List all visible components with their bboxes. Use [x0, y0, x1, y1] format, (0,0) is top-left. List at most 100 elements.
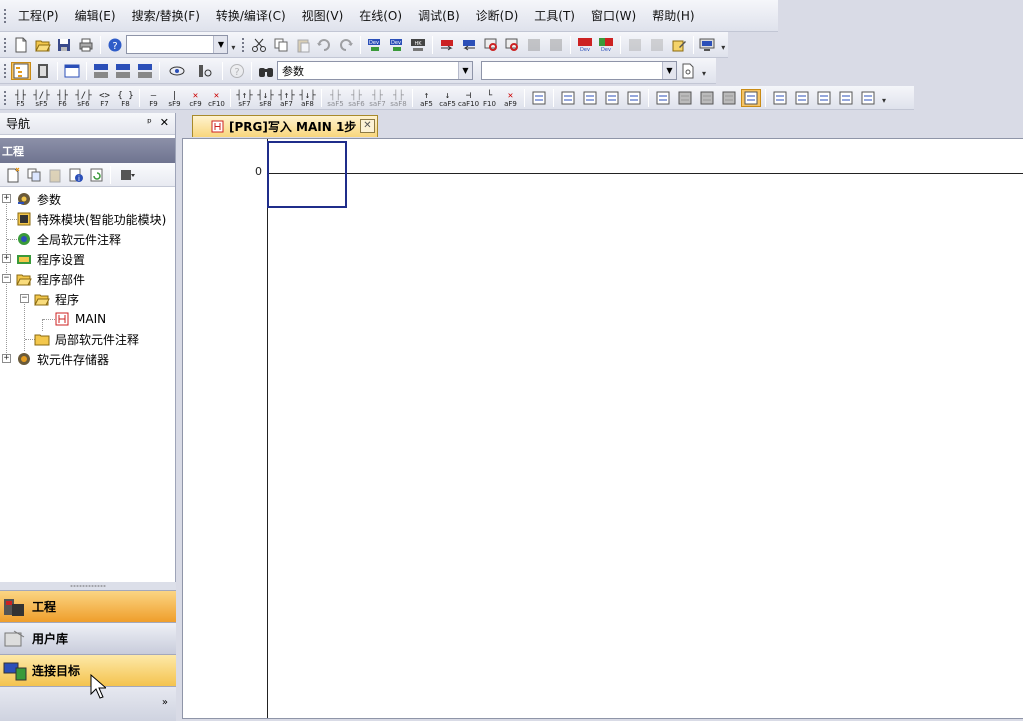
toolbar-grip[interactable] — [3, 62, 7, 79]
cut-icon[interactable] — [249, 36, 269, 54]
ladder-key-af8[interactable]: ┤↓├ aF8 — [297, 88, 318, 108]
nav-button-user-library[interactable]: 用户库 — [0, 622, 176, 654]
tab-main-program[interactable]: [PRG]写入 MAIN 1步 ✕ — [192, 115, 378, 137]
close-icon[interactable]: ✕ — [160, 116, 169, 129]
tree-node-program-setting[interactable]: + 程序设置 — [0, 249, 175, 269]
read-from-plc-icon[interactable] — [459, 36, 479, 54]
nav-button-connection[interactable]: 连接目标 — [0, 654, 176, 686]
tree-expander[interactable]: + — [2, 254, 11, 263]
edit-gray-icon-1[interactable] — [625, 36, 645, 54]
menu-convert-compile[interactable]: 转换/编译(C) — [208, 7, 294, 24]
nav-button-project[interactable]: 工程 — [0, 590, 176, 622]
write-to-plc-icon[interactable] — [437, 36, 457, 54]
menu-diagnostics[interactable]: 诊断(D) — [468, 7, 527, 24]
toolbar-grip[interactable] — [3, 89, 7, 106]
display-icon[interactable] — [698, 36, 718, 54]
open-folder-icon[interactable] — [33, 36, 53, 54]
device-search-icon[interactable]: Dev — [365, 36, 385, 54]
display-filter-icon[interactable] — [115, 166, 141, 184]
find-device-icon[interactable] — [192, 62, 218, 80]
edit-pencil-icon[interactable] — [669, 36, 689, 54]
ladder-key-saf8[interactable]: ┤├ saF8 — [388, 88, 409, 108]
toolbar-combo-1[interactable]: ▼ — [125, 35, 229, 54]
ladder-key-f7[interactable]: <> F7 — [94, 88, 115, 108]
convert-icon[interactable] — [558, 89, 578, 107]
more-buttons-icon[interactable]: » — [162, 697, 168, 708]
search-target-combo[interactable]: 参数 ▼ — [277, 61, 473, 80]
watch-icon[interactable] — [164, 62, 190, 80]
monitor-write-icon[interactable] — [719, 89, 739, 107]
monitor-mode-icon[interactable] — [697, 89, 717, 107]
device-batch-icon[interactable] — [113, 62, 133, 80]
toolbar-grip[interactable] — [241, 36, 246, 53]
online-gray-icon-1[interactable] — [524, 36, 544, 54]
ladder-key-saf5[interactable]: ┤├ saF5 — [325, 88, 346, 108]
menu-project[interactable]: 工程(P) — [10, 7, 67, 24]
menu-tools[interactable]: 工具(T) — [526, 7, 583, 24]
tree-node-global-comment[interactable]: 全局软元件注释 — [0, 229, 175, 249]
ladder-key-caf10[interactable]: ⊣ caF10 — [458, 88, 479, 108]
hex-replace-icon[interactable]: HK — [409, 36, 429, 54]
close-tab-icon[interactable]: ✕ — [360, 119, 375, 133]
device-write-icon[interactable]: Dev — [387, 36, 407, 54]
output-window-icon[interactable] — [62, 62, 82, 80]
toolbar-grip[interactable] — [3, 36, 7, 53]
rebuild-icon[interactable] — [624, 89, 644, 107]
tree-node-pou[interactable]: − 程序部件 — [0, 269, 175, 289]
write-mode-icon[interactable] — [675, 89, 695, 107]
paste-data-icon[interactable] — [45, 166, 64, 184]
edit-zoom-icon[interactable] — [814, 89, 834, 107]
remote-operation-icon[interactable] — [503, 36, 523, 54]
redo-icon[interactable] — [336, 36, 356, 54]
monitor-start-icon[interactable]: Dev — [575, 36, 595, 54]
ladder-key-sf5[interactable]: ┤/├ sF5 — [31, 88, 52, 108]
tree-expander[interactable]: + — [2, 194, 11, 203]
toolbar-overflow-icon[interactable]: ▾ — [718, 38, 728, 52]
ladder-key-saf6[interactable]: ┤├ saF6 — [346, 88, 367, 108]
ladder-key-f8[interactable]: { } F8 — [115, 88, 136, 108]
copy-icon[interactable] — [271, 36, 291, 54]
chevron-down-icon[interactable]: ▼ — [458, 62, 472, 79]
chevron-down-icon[interactable]: ▼ — [213, 36, 228, 53]
ladder-key-caf5[interactable]: ↓ caF5 — [437, 88, 458, 108]
new-data-icon[interactable] — [3, 166, 22, 184]
ladder-key-sf6[interactable]: ┤/├ sF6 — [73, 88, 94, 108]
tree-node-device-memory[interactable]: + 软元件存储器 — [0, 349, 175, 369]
ladder-view-icon[interactable] — [741, 88, 761, 107]
undo-icon[interactable] — [315, 36, 335, 54]
ladder-key-sf7[interactable]: ┤↑├ sF7 — [234, 88, 255, 108]
nav-splitter[interactable] — [0, 582, 176, 590]
toolbar-overflow-icon[interactable]: ▾ — [699, 64, 709, 78]
partner-list-icon[interactable] — [33, 62, 53, 80]
tree-node-intelligent-module[interactable]: 特殊模块(智能功能模块) — [0, 209, 175, 229]
tree-expander[interactable]: − — [2, 274, 11, 283]
new-page-icon[interactable] — [678, 62, 698, 80]
search-text-combo[interactable]: ▼ — [481, 61, 677, 80]
toolbar-grip[interactable] — [3, 7, 7, 24]
menu-window[interactable]: 窗口(W) — [583, 7, 644, 24]
ladder-editor[interactable]: 0 — [182, 138, 1023, 719]
comment-icon[interactable] — [836, 89, 856, 107]
device-list-icon[interactable] — [91, 62, 111, 80]
ladder-key-f10[interactable]: └ F10 — [479, 88, 500, 108]
edit-gray-icon-2[interactable] — [647, 36, 667, 54]
ladder-key-sf8[interactable]: ┤↓├ sF8 — [255, 88, 276, 108]
ladder-key-f9[interactable]: — F9 — [143, 88, 164, 108]
tree-node-program[interactable]: − 程序 — [0, 289, 175, 309]
tree-expander[interactable]: − — [20, 294, 29, 303]
refresh-data-icon[interactable] — [87, 166, 106, 184]
verify-plc-icon[interactable] — [481, 36, 501, 54]
binoculars-icon[interactable] — [256, 62, 276, 80]
zoom-menu-icon[interactable] — [858, 89, 878, 107]
statement-icon[interactable] — [529, 89, 549, 107]
compile-icon[interactable] — [602, 89, 622, 107]
help-circle-icon[interactable]: ? — [227, 62, 247, 80]
ladder-key-saf7[interactable]: ┤├ saF7 — [367, 88, 388, 108]
ladder-key-af5[interactable]: ↑ aF5 — [416, 88, 437, 108]
menu-help[interactable]: 帮助(H) — [644, 7, 702, 24]
menu-debug[interactable]: 调试(B) — [410, 7, 468, 24]
toolbar-overflow-icon[interactable]: ▾ — [879, 91, 889, 105]
ladder-key-af9[interactable]: ✕ aF9 — [500, 88, 521, 108]
help-icon[interactable]: ? — [105, 36, 125, 54]
menu-online[interactable]: 在线(O) — [351, 7, 410, 24]
